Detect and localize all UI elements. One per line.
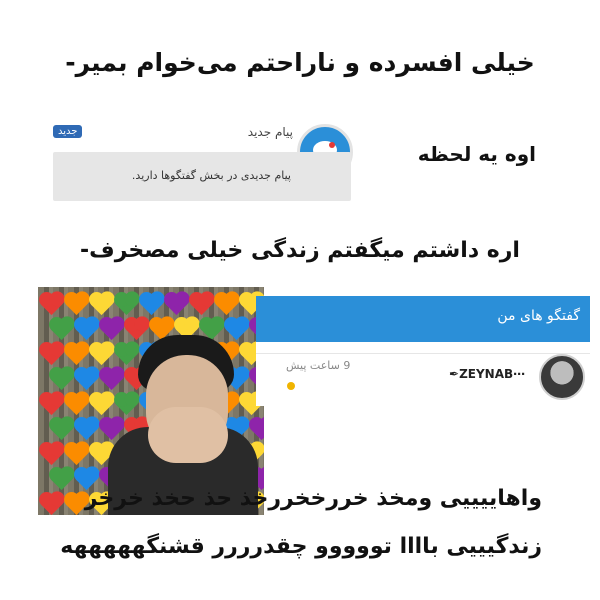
status-dot <box>287 382 295 390</box>
person-hands <box>148 407 228 463</box>
chats-panel: گفتگو های من ✒ZEYNAB⋯ 9 ساعت پیش <box>256 296 590 406</box>
caption-line-1: خیلی افسرده و ناراحتم می‌خوام بمیر- <box>65 48 535 77</box>
dots-icon: ⋯ <box>513 367 526 381</box>
chat-contact-name: ✒ZEYNAB⋯ <box>449 367 526 381</box>
chats-header: گفتگو های من <box>256 296 590 342</box>
divider <box>256 353 590 354</box>
notification-title: پیام جدید <box>247 125 293 139</box>
chat-timestamp: 9 ساعت پیش <box>286 359 351 372</box>
caption-line-4: واهاییییی ومخذ خررخخررخذ حذ حخذ خرخر <box>84 486 542 511</box>
new-badge: جدید <box>53 125 83 138</box>
pen-icon: ✒ <box>449 367 460 381</box>
caption-line-3: اره داشتم میگفتم زندگی خیلی مصخرف- <box>80 238 520 263</box>
notification-header: جدید پیام جدید <box>53 121 293 149</box>
notification-card[interactable]: پیام جدیدی در بخش گفتگوها دارید. <box>53 152 351 201</box>
meme-image <box>38 287 264 515</box>
notification-text: پیام جدیدی در بخش گفتگوها دارید. <box>131 169 291 182</box>
caption-line-2: اوه یه لحظه <box>417 142 536 166</box>
caption-line-5: زندگیییی باااا تووووو چقدرررر قشنگهههههه <box>60 534 542 559</box>
chats-title: گفتگو های من <box>497 308 580 324</box>
avatar <box>539 354 585 400</box>
